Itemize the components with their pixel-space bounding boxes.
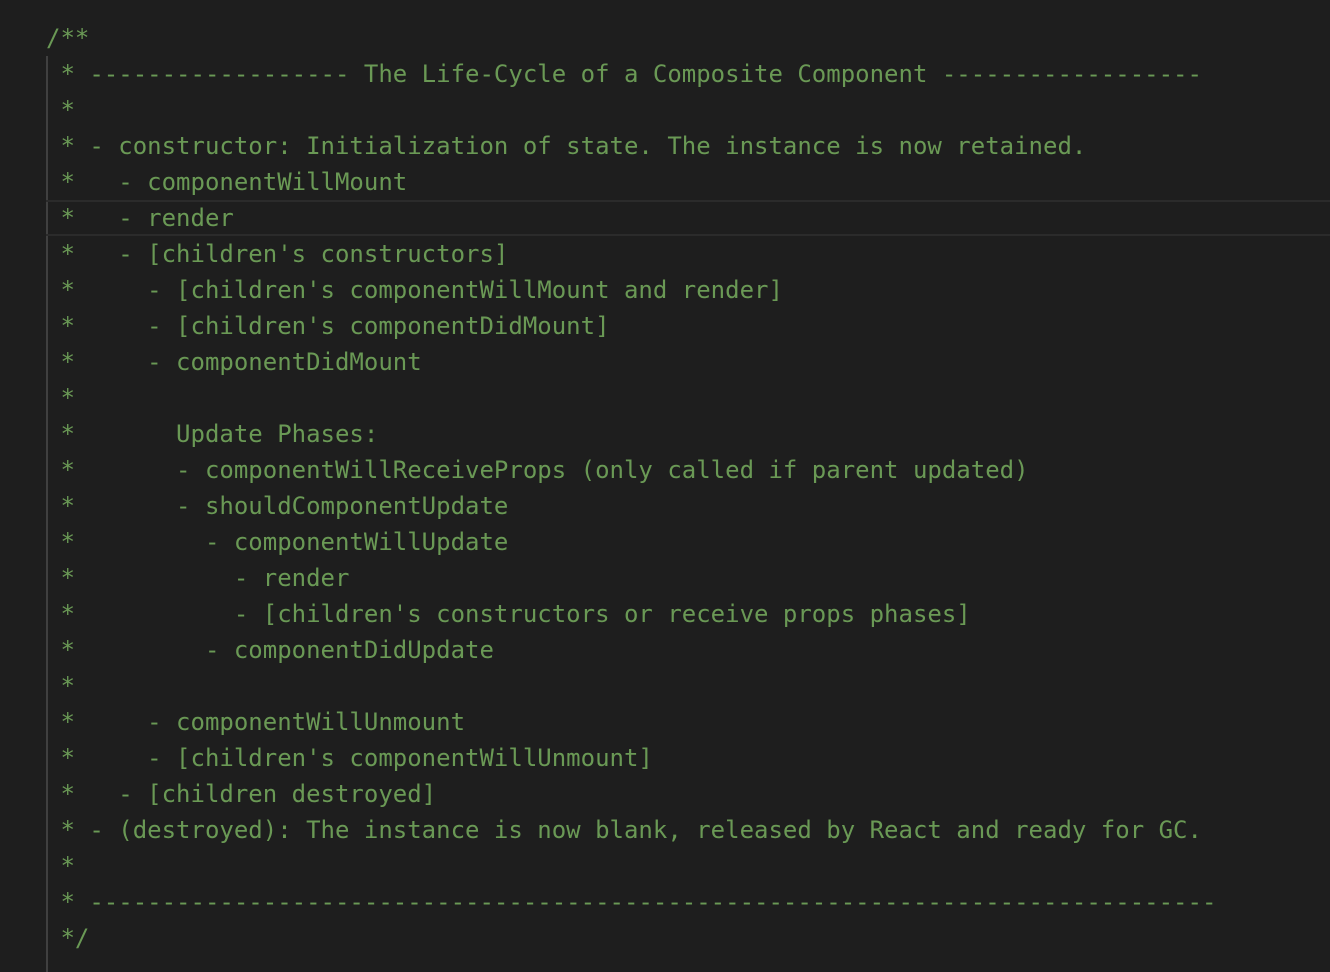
code-line[interactable]: * - componentWillReceiveProps (only call… — [46, 452, 1330, 488]
code-line[interactable]: /** — [46, 20, 1330, 56]
code-line[interactable]: * --------------------------------------… — [46, 884, 1330, 920]
code-line[interactable]: * - [children's componentWillUnmount] — [46, 740, 1330, 776]
current-code-line[interactable]: * - render — [46, 200, 1330, 236]
code-line[interactable]: * - constructor: Initialization of state… — [46, 128, 1330, 164]
code-line[interactable]: * — [46, 848, 1330, 884]
code-line[interactable]: * Update Phases: — [46, 416, 1330, 452]
code-line[interactable]: * - componentDidUpdate — [46, 632, 1330, 668]
code-line[interactable]: * - (destroyed): The instance is now bla… — [46, 812, 1330, 848]
code-line[interactable]: * - [children's constructors] — [46, 236, 1330, 272]
code-line[interactable]: * - [children's componentDidMount] — [46, 308, 1330, 344]
code-line[interactable]: * - [children's componentWillMount and r… — [46, 272, 1330, 308]
code-line[interactable]: * - componentWillUpdate — [46, 524, 1330, 560]
code-line[interactable]: * ------------------ The Life-Cycle of a… — [46, 56, 1330, 92]
code-line[interactable]: * — [46, 380, 1330, 416]
code-line[interactable]: * - [children's constructors or receive … — [46, 596, 1330, 632]
code-line[interactable]: * - componentDidMount — [46, 344, 1330, 380]
code-editor[interactable]: /** * ------------------ The Life-Cycle … — [0, 0, 1330, 972]
code-line[interactable]: */ — [46, 920, 1330, 956]
code-line[interactable]: * - componentWillMount — [46, 164, 1330, 200]
code-line[interactable]: * — [46, 92, 1330, 128]
code-line[interactable]: * - componentWillUnmount — [46, 704, 1330, 740]
code-line[interactable]: * - shouldComponentUpdate — [46, 488, 1330, 524]
code-line[interactable]: * - render — [46, 560, 1330, 596]
code-area[interactable]: /** * ------------------ The Life-Cycle … — [46, 20, 1330, 956]
code-line[interactable]: * - [children destroyed] — [46, 776, 1330, 812]
code-line[interactable]: * — [46, 668, 1330, 704]
